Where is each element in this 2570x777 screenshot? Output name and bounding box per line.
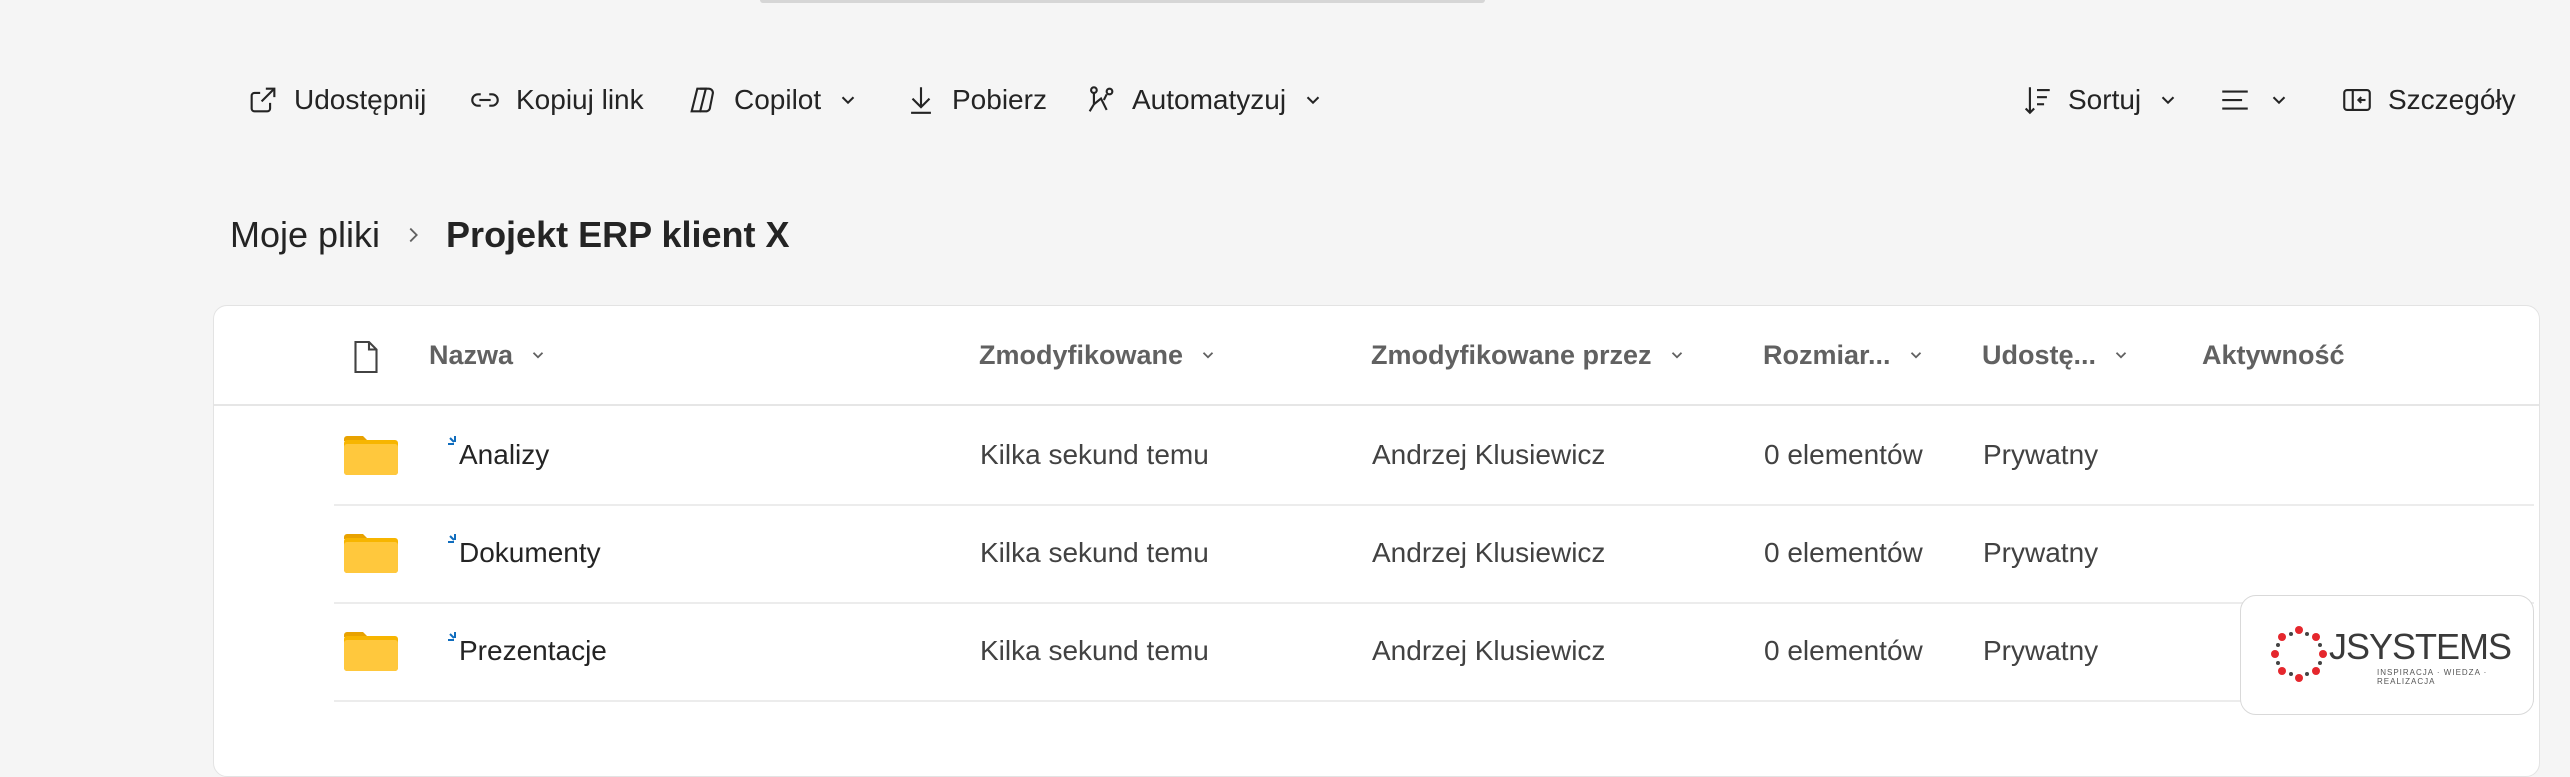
- column-header-activity[interactable]: Aktywność: [2202, 306, 2345, 404]
- copy-link-button[interactable]: Kopiuj link: [468, 60, 644, 140]
- share-button[interactable]: Udostępnij: [246, 60, 426, 140]
- sort-label: Sortuj: [2068, 84, 2142, 115]
- share-label: Udostępnij: [294, 84, 427, 115]
- size-cell: 0 elementów: [1764, 537, 1923, 568]
- modified-by-cell[interactable]: Andrzej Klusiewicz: [1372, 504, 1605, 602]
- details-button[interactable]: Szczegóły: [2340, 60, 2516, 140]
- automate-icon: [1088, 86, 1114, 112]
- share-icon: [250, 87, 276, 113]
- breadcrumb: Moje pliki Projekt ERP klient X: [230, 205, 790, 265]
- download-label: Pobierz: [952, 84, 1047, 115]
- chevron-down-icon: [841, 96, 855, 105]
- sharing-cell: Prywatny: [1983, 439, 2099, 470]
- chevron-down-icon: [532, 352, 544, 359]
- table-row[interactable]: Dokumenty Kilka sekund temu Andrzej Klus…: [334, 504, 2534, 604]
- table-row[interactable]: Analizy Kilka sekund temu Andrzej Klusie…: [334, 406, 2534, 506]
- size-cell: 0 elementów: [1764, 635, 1923, 666]
- chevron-down-icon: [1671, 352, 1682, 359]
- table-row[interactable]: Prezentacje Kilka sekund temu Andrzej Kl…: [334, 602, 2534, 702]
- copilot-button[interactable]: Copilot: [686, 60, 859, 140]
- breadcrumb-root[interactable]: Moje pliki: [230, 214, 380, 256]
- file-name[interactable]: Prezentacje: [459, 602, 607, 700]
- column-header-name[interactable]: Nazwa: [429, 306, 547, 404]
- link-icon: [471, 93, 499, 107]
- sharing-cell: Prywatny: [1983, 537, 2099, 568]
- logo-tagline: INSPIRACJA · WIEDZA · REALIZACJA: [2377, 668, 2488, 686]
- column-header-size[interactable]: Rozmiar...: [1763, 306, 1925, 404]
- copy-link-label: Kopiuj link: [516, 84, 644, 115]
- chevron-down-icon: [1306, 96, 1320, 105]
- copilot-icon: [690, 87, 714, 113]
- file-list: Nazwa Zmodyfikowane Zmodyfikowane przez …: [213, 305, 2540, 777]
- chevron-down-icon: [1910, 352, 1921, 359]
- details-label: Szczegóły: [2388, 84, 2516, 115]
- top-scroll-hint: [760, 0, 1485, 3]
- folder-icon: [344, 534, 398, 573]
- automate-label: Automatyzuj: [1132, 84, 1287, 115]
- logo-mark-icon: [2271, 626, 2327, 682]
- chevron-down-icon: [1202, 352, 1214, 359]
- modified-cell: Kilka sekund temu: [980, 439, 1209, 470]
- modified-by-cell[interactable]: Andrzej Klusiewicz: [1372, 406, 1605, 504]
- size-cell: 0 elementów: [1764, 439, 1923, 470]
- sort-button[interactable]: Sortuj: [2020, 60, 2179, 140]
- column-header-modified[interactable]: Zmodyfikowane: [979, 306, 1217, 404]
- file-name[interactable]: Dokumenty: [459, 504, 601, 602]
- view-options-button[interactable]: [2218, 60, 2290, 140]
- copilot-label: Copilot: [734, 84, 822, 115]
- command-bar: Udostępnij Kopiuj link Copilot Pobierz A…: [0, 60, 2570, 140]
- sort-icon: [2024, 87, 2050, 115]
- file-icon: [354, 340, 378, 374]
- details-pane-icon: [2343, 89, 2371, 111]
- view-options-icon: [2222, 90, 2248, 110]
- automate-button[interactable]: Automatyzuj: [1084, 60, 1324, 140]
- sharing-cell: Prywatny: [1983, 635, 2099, 666]
- logo-wordmark: JSYSTEMS: [2329, 626, 2512, 667]
- modified-cell: Kilka sekund temu: [980, 635, 1209, 666]
- folder-icon: [344, 632, 398, 671]
- breadcrumb-current: Projekt ERP klient X: [446, 214, 790, 255]
- column-header-sharing[interactable]: Udostę...: [1982, 306, 2130, 404]
- chevron-down-icon: [2115, 352, 2127, 359]
- modified-cell: Kilka sekund temu: [980, 537, 1209, 568]
- download-icon: [911, 87, 931, 114]
- folder-icon: [344, 436, 398, 475]
- chevron-down-icon: [2272, 96, 2286, 105]
- chevron-right-icon: [409, 227, 419, 243]
- file-name[interactable]: Analizy: [459, 406, 549, 504]
- jsystems-logo: JSYSTEMS INSPIRACJA · WIEDZA · REALIZACJ…: [2240, 595, 2534, 715]
- chevron-down-icon: [2161, 96, 2175, 105]
- table-header: Nazwa Zmodyfikowane Zmodyfikowane przez …: [214, 306, 2539, 406]
- modified-by-cell[interactable]: Andrzej Klusiewicz: [1372, 602, 1605, 700]
- column-header-modified-by[interactable]: Zmodyfikowane przez: [1371, 306, 1686, 404]
- download-button[interactable]: Pobierz: [904, 60, 1047, 140]
